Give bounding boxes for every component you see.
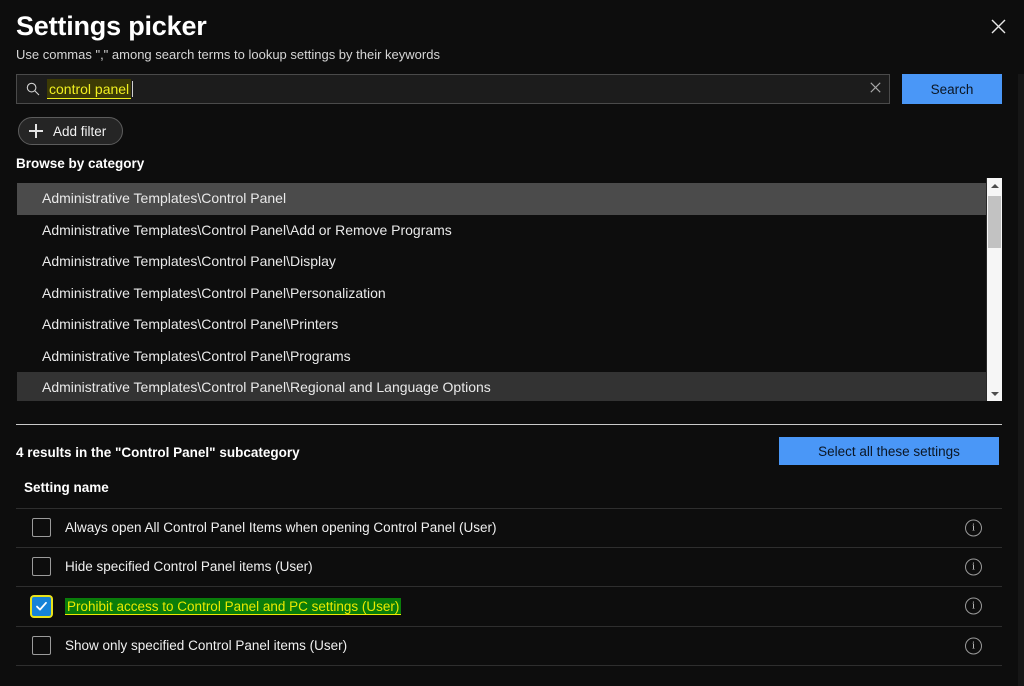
table-row[interactable]: Prohibit access to Control Panel and PC …	[16, 587, 1002, 627]
table-row[interactable]: Hide specified Control Panel items (User…	[16, 548, 1002, 588]
scrollbar-down-arrow[interactable]	[987, 386, 1002, 401]
info-icon[interactable]: i	[965, 519, 982, 536]
table-row[interactable]: Show only specified Control Panel items …	[16, 627, 1002, 667]
info-icon[interactable]: i	[965, 598, 982, 615]
add-filter-label: Add filter	[53, 124, 106, 139]
search-row: control panel Search	[16, 74, 1002, 104]
setting-checkbox[interactable]	[32, 557, 51, 576]
setting-name-label: Always open All Control Panel Items when…	[65, 520, 496, 535]
chevron-up-icon	[991, 184, 999, 188]
setting-name-label: Hide specified Control Panel items (User…	[65, 559, 313, 574]
setting-checkbox[interactable]	[32, 518, 51, 537]
info-icon[interactable]: i	[965, 558, 982, 575]
section-divider	[16, 424, 1002, 425]
chevron-down-icon	[991, 392, 999, 396]
category-list-item[interactable]: Administrative Templates\Control Panel	[17, 183, 986, 215]
page-subtitle: Use commas "," among search terms to loo…	[16, 45, 1002, 65]
select-all-settings-button[interactable]: Select all these settings	[779, 437, 999, 465]
category-list-item[interactable]: Administrative Templates\Control Panel\P…	[17, 341, 986, 373]
category-list-item[interactable]: Administrative Templates\Control Panel\R…	[17, 372, 986, 401]
category-list-item[interactable]: Administrative Templates\Control Panel\P…	[17, 278, 986, 310]
text-caret	[132, 81, 133, 97]
dialog-header: Settings picker Use commas "," among sea…	[0, 0, 1018, 65]
scrollbar-thumb[interactable]	[988, 196, 1001, 248]
column-header-setting-name: Setting name	[24, 480, 109, 495]
settings-table: Always open All Control Panel Items when…	[16, 508, 1002, 666]
category-list-container: Administrative Templates\Control PanelAd…	[17, 178, 1002, 401]
browse-by-category-label: Browse by category	[16, 156, 144, 171]
clear-icon	[870, 80, 881, 98]
info-icon[interactable]: i	[965, 637, 982, 654]
results-count-label: 4 results in the "Control Panel" subcate…	[16, 445, 300, 460]
scrollbar-up-arrow[interactable]	[987, 178, 1002, 193]
category-list-item[interactable]: Administrative Templates\Control Panel\A…	[17, 215, 986, 247]
setting-checkbox[interactable]	[32, 636, 51, 655]
close-button[interactable]	[980, 10, 1016, 42]
add-filter-button[interactable]: Add filter	[18, 117, 123, 145]
category-list-item[interactable]: Administrative Templates\Control Panel\P…	[17, 309, 986, 341]
table-row[interactable]: Always open All Control Panel Items when…	[16, 508, 1002, 548]
page-title: Settings picker	[16, 8, 1002, 44]
right-edge-strip	[1018, 74, 1024, 686]
scrollbar-track[interactable]	[987, 193, 1002, 386]
plus-icon	[29, 124, 43, 138]
setting-checkbox[interactable]	[32, 597, 51, 616]
search-button[interactable]: Search	[902, 74, 1002, 104]
search-icon	[25, 81, 41, 97]
category-list-item[interactable]: Administrative Templates\Control Panel\D…	[17, 246, 986, 278]
search-input-value: control panel	[47, 79, 131, 99]
category-list-scrollbar[interactable]	[986, 178, 1002, 401]
setting-name-label: Prohibit access to Control Panel and PC …	[65, 598, 401, 615]
close-icon	[991, 19, 1006, 34]
category-list[interactable]: Administrative Templates\Control PanelAd…	[17, 178, 986, 401]
search-input[interactable]: control panel	[16, 74, 890, 104]
setting-name-label: Show only specified Control Panel items …	[65, 638, 347, 653]
clear-search-button[interactable]	[867, 81, 883, 97]
